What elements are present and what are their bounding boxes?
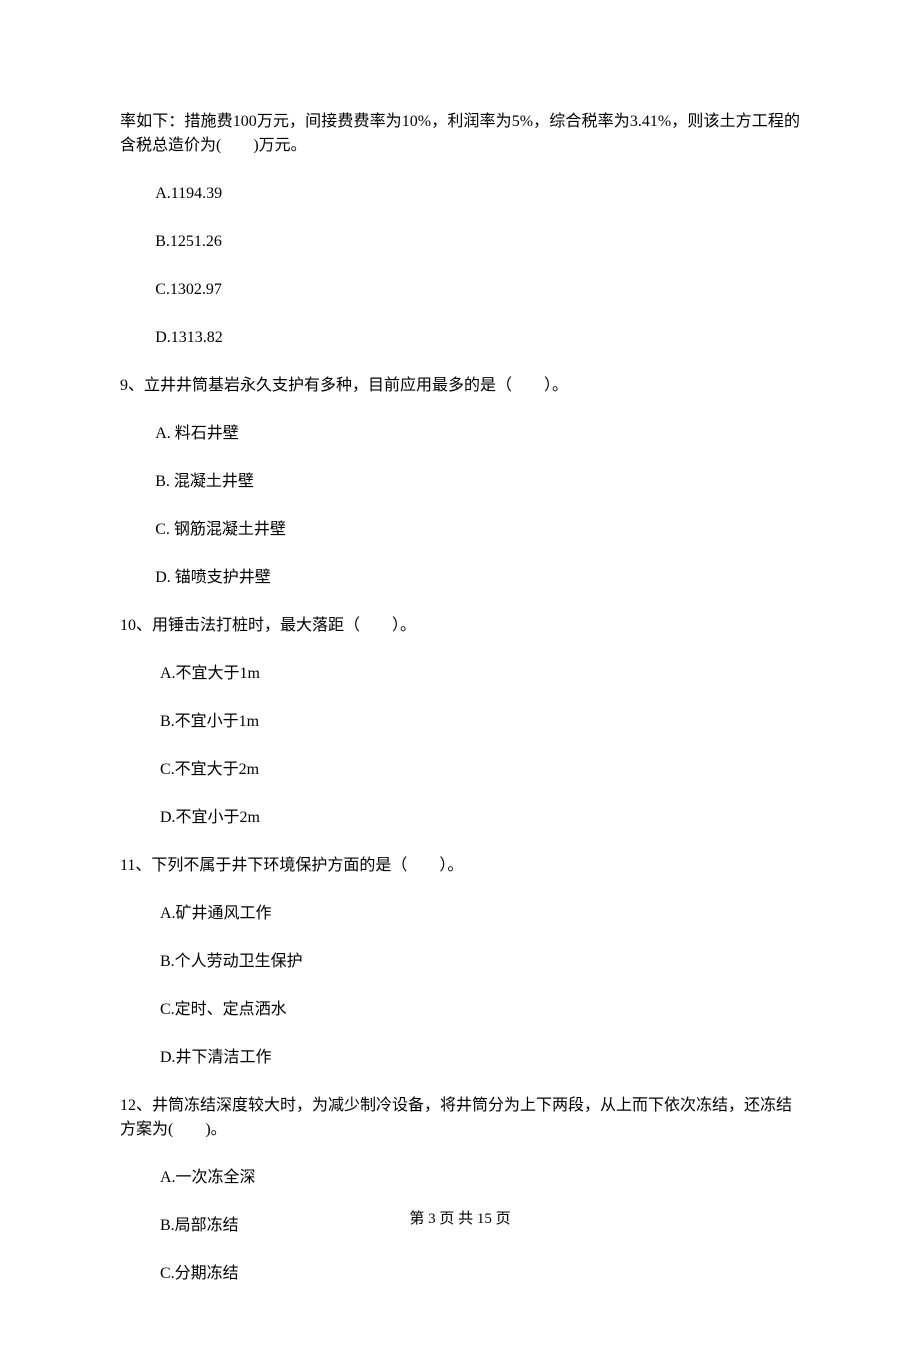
question-9-stem: 9、立井井筒基岩永久支护有多种，目前应用最多的是（ ）。 [120,374,800,398]
question-9-option-d: D. 锚喷支护井壁 [120,566,800,590]
question-11-option-c: C.定时、定点洒水 [120,998,800,1022]
question-10-option-c: C.不宜大于2m [120,758,800,782]
page-content: 率如下：措施费100万元，间接费费率为10%，利润率为5%，综合税率为3.41%… [0,0,920,1370]
question-11-option-d: D.井下清洁工作 [120,1046,800,1070]
question-10-option-b: B.不宜小于1m [120,710,800,734]
question-9-option-b: B. 混凝土井壁 [120,470,800,494]
question-11-stem: 11、下列不属于井下环境保护方面的是（ ）。 [120,854,800,878]
option-a: A.1194.39 [120,182,800,206]
option-c: C.1302.97 [120,278,800,302]
question-10-option-a: A.不宜大于1m [120,662,800,686]
question-12-stem: 12、井筒冻结深度较大时，为减少制冷设备，将井筒分为上下两段，从上而下依次冻结，… [120,1094,800,1142]
option-b: B.1251.26 [120,230,800,254]
question-11-option-a: A.矿井通风工作 [120,902,800,926]
question-12-option-c: C.分期冻结 [120,1262,800,1286]
question-12-option-a: A.一次冻全深 [120,1166,800,1190]
question-9-option-c: C. 钢筋混凝土井壁 [120,518,800,542]
question-10-stem: 10、用锤击法打桩时，最大落距（ ）。 [120,614,800,638]
question-continuation-text: 率如下：措施费100万元，间接费费率为10%，利润率为5%，综合税率为3.41%… [120,110,800,158]
option-d: D.1313.82 [120,326,800,350]
page-footer: 第 3 页 共 15 页 [0,1208,920,1231]
question-10-option-d: D.不宜小于2m [120,806,800,830]
question-9-option-a: A. 料石井壁 [120,422,800,446]
question-11-option-b: B.个人劳动卫生保护 [120,950,800,974]
